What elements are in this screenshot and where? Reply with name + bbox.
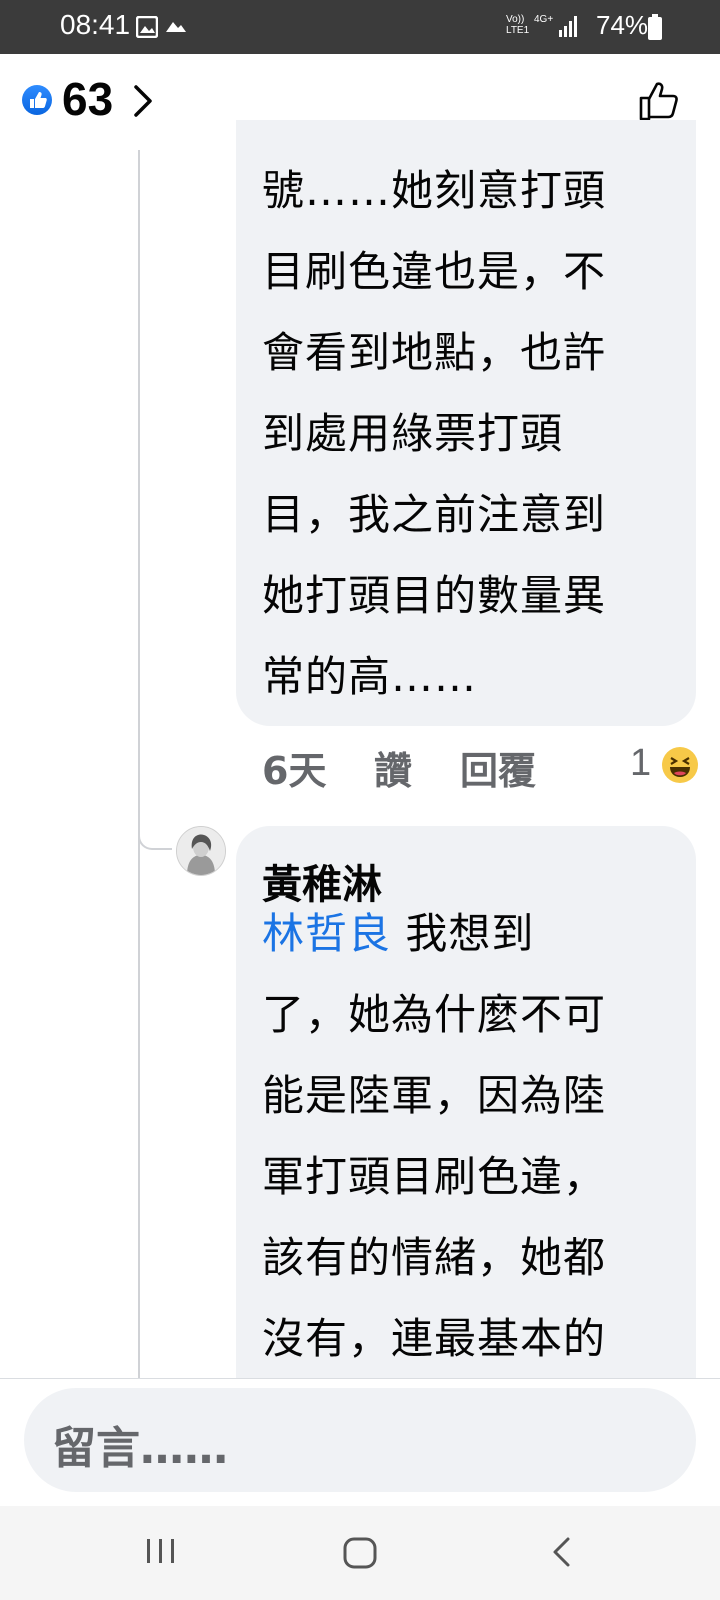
comment-text-line: 到處用綠票打頭 — [262, 409, 564, 458]
signal-icon — [558, 14, 578, 42]
avatar[interactable] — [176, 826, 226, 876]
recent-apps-icon[interactable] — [144, 1536, 178, 1570]
comment-text-line: 常的高…… — [262, 652, 478, 701]
comment-input-placeholder: 留言…… — [52, 1423, 228, 1474]
back-icon[interactable] — [550, 1536, 574, 1572]
comment-text-line: 該有的情緒，她都 — [262, 1233, 607, 1282]
lte-label: LTE1 — [506, 25, 530, 36]
gallery-icon — [135, 15, 159, 42]
comment-text-line: 號……她刻意打頭 — [262, 166, 607, 215]
comment-text-line: 了，她為什麼不可 — [262, 990, 607, 1039]
battery-icon — [648, 14, 662, 44]
comment-text-line: 她打頭目的數量異 — [262, 571, 607, 620]
reply-link[interactable]: 回覆 — [460, 740, 536, 795]
comment-text-line: 目刷色違也是，不 — [262, 247, 607, 296]
haha-reaction-icon[interactable] — [662, 747, 698, 783]
status-bar: 08:41 Vo)) LTE1 4G+ 74% — [0, 0, 720, 54]
reply-connector — [138, 790, 172, 850]
comment-text-fragment: 我想到 — [405, 909, 535, 958]
network-type: 4G+ — [534, 14, 554, 25]
cloud-icon — [164, 16, 188, 40]
comment-time: 6天 — [262, 749, 327, 793]
volte-label: Vo)) — [506, 14, 525, 25]
comment-text-line: 會看到地點，也許 — [262, 328, 607, 377]
reaction-count[interactable]: 1 — [630, 742, 651, 785]
like-count[interactable]: 63 — [62, 72, 113, 126]
like-link[interactable]: 讚 — [374, 740, 412, 795]
comment-text-line: 沒有，連最基本的 — [262, 1314, 607, 1363]
comment-text-line: 目，我之前注意到 — [262, 490, 607, 539]
comment-text-line: 軍打頭目刷色違， — [262, 1152, 607, 1201]
comment-text-line: 能是陸軍，因為陸 — [262, 1071, 607, 1120]
comment-first-line: 林哲良 我想到 — [262, 893, 534, 974]
status-time: 08:41 — [60, 9, 131, 40]
chevron-right-icon[interactable] — [132, 84, 154, 122]
battery-percent: 74% — [596, 10, 649, 40]
home-icon[interactable] — [342, 1536, 378, 1574]
thread-line — [138, 150, 140, 1378]
mention-link[interactable]: 林哲良 — [262, 909, 391, 958]
like-badge-icon — [22, 85, 52, 115]
